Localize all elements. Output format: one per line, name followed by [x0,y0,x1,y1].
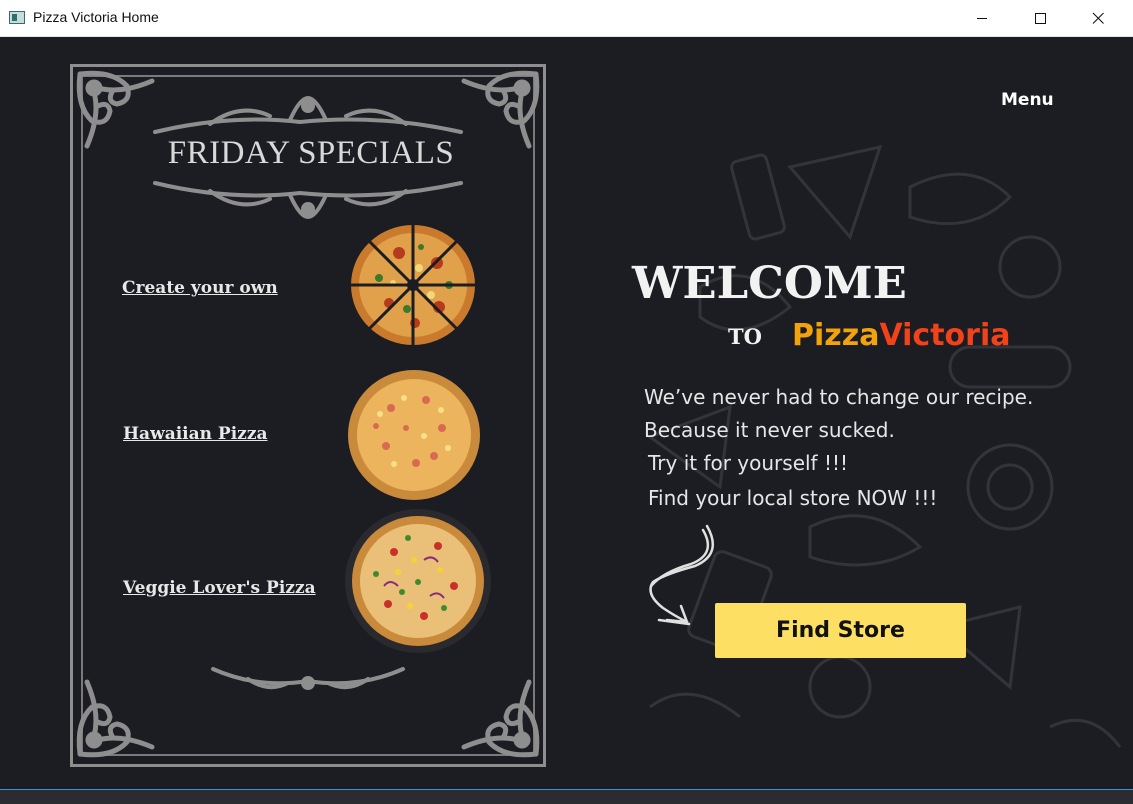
special-link-hawaiian-pizza[interactable]: Hawaiian Pizza [123,424,268,444]
brand-name: PizzaVictoria [792,318,1010,353]
menu-link[interactable]: Menu [1001,90,1054,110]
tagline-line-2: Because it never sucked. [644,418,895,442]
tagline-line-4: Find your local store NOW !!! [648,486,938,510]
window-title: Pizza Victoria Home [33,9,159,25]
maximize-icon [1035,13,1046,24]
title-flourish-top [153,95,463,134]
minimize-icon [977,18,987,19]
special-link-create-your-own[interactable]: Create your own [122,278,278,298]
sliced-pizza-image [351,225,475,345]
to-label: TO [728,324,762,349]
app-window-icon [9,11,25,24]
title-flourish-bottom [153,181,463,220]
welcome-heading: WELCOME [632,258,907,309]
close-icon [1092,12,1104,24]
minimize-button[interactable] [953,0,1011,36]
corner-flourish-bottom-right [461,679,540,758]
special-link-veggie-lovers-pizza[interactable]: Veggie Lover's Pizza [123,578,316,598]
chalk-arrow-icon [649,524,715,626]
maximize-button[interactable] [1011,0,1069,36]
chalk-food-doodles [646,144,1122,748]
window-bottom-edge [0,789,1133,804]
brand-name-victoria: Victoria [879,318,1011,353]
find-store-button[interactable]: Find Store [715,603,966,658]
tagline-line-3: Try it for yourself !!! [648,451,849,475]
bottom-flourish [211,667,405,690]
app-window: Pizza Victoria Home FRIDAY SPECIALS Crea… [0,0,1133,804]
close-button[interactable] [1069,0,1127,36]
title-bar: Pizza Victoria Home [0,0,1133,37]
main-content: FRIDAY SPECIALS Create your own Hawaiian… [0,37,1133,789]
specials-title: FRIDAY SPECIALS [167,135,455,171]
brand-name-pizza: Pizza [792,318,880,353]
veggie-pizza-image [345,509,491,653]
corner-flourish-bottom-left [76,679,155,758]
tagline-line-1: We’ve never had to change our recipe. [644,385,1034,409]
hawaiian-pizza-image [348,370,480,500]
